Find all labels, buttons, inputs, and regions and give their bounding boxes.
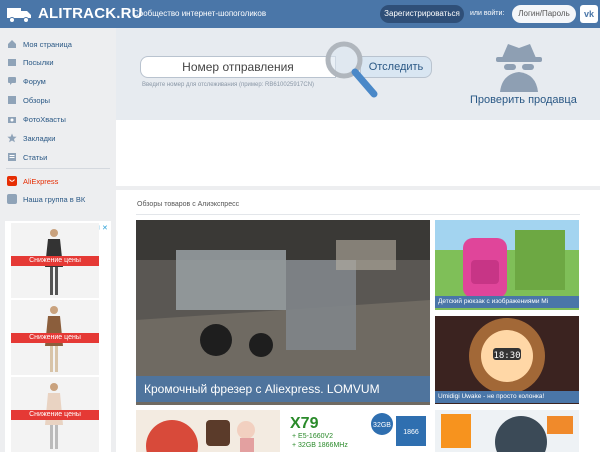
sidebar-item-label: Посылки — [23, 57, 54, 67]
sidebar-item-vk-group[interactable]: Наша группа в ВК — [7, 192, 85, 206]
svg-text:+ E5-1660V2: + E5-1660V2 — [292, 433, 333, 440]
spy-icon[interactable] — [492, 40, 546, 92]
or-login-text: или войти: — [470, 10, 505, 17]
register-button[interactable]: Зарегистрироваться — [380, 5, 464, 23]
star-icon — [7, 133, 17, 143]
truck-logo-icon[interactable] — [6, 4, 32, 24]
sidebar-item-label: Форум — [23, 76, 46, 86]
ad-price-drop-label: Снижение цены — [11, 256, 99, 266]
ad-item[interactable]: Снижение цены — [11, 223, 99, 298]
sidebar-item-label: Статьи — [23, 152, 48, 162]
kitchen-items-photo — [146, 420, 255, 452]
sidebar-item-packages[interactable]: Посылки — [7, 55, 54, 69]
vk-icon — [7, 194, 17, 204]
package-icon — [8, 59, 16, 66]
review-thumb[interactable] — [435, 410, 579, 452]
articles-icon — [8, 153, 16, 161]
sidebar-item-bookmarks[interactable]: Закладки — [7, 131, 55, 145]
sidebar-item-label: Закладки — [23, 133, 56, 143]
camera-icon — [8, 117, 16, 123]
sidebar-item-label: Обзоры — [23, 95, 51, 105]
aliexpress-icon — [7, 176, 17, 186]
site-logo[interactable]: ALITRACK.RU — [38, 5, 143, 22]
sidebar-item-reviews[interactable]: Обзоры — [7, 93, 50, 107]
svg-text:18:30: 18:30 — [493, 351, 520, 361]
ad-price-drop-label: Снижение цены — [11, 333, 99, 343]
forum-icon — [8, 77, 16, 85]
svg-text:+ 32GB 1866MHz: + 32GB 1866MHz — [292, 442, 348, 449]
svg-text:1866: 1866 — [403, 429, 419, 436]
section-divider — [136, 214, 580, 215]
home-icon — [8, 40, 16, 48]
ad-item[interactable]: Снижение цены — [11, 377, 99, 452]
sidebar-item-articles[interactable]: Статьи — [7, 150, 47, 164]
tracking-hint: Введите номер для отслеживания (пример: … — [142, 82, 315, 88]
check-seller-link[interactable]: Проверить продавца — [470, 94, 577, 106]
sidebar-item-label: ФотоХвасты — [23, 114, 66, 124]
tracking-number-input[interactable]: Номер отправления — [140, 56, 336, 78]
sidebar-item-label: Наша группа в ВК — [23, 194, 86, 204]
login-button[interactable]: Логин/Пароль — [512, 5, 576, 23]
gadget-photo — [435, 410, 579, 452]
vk-login-icon[interactable]: vk — [580, 5, 598, 23]
magnifier-icon — [325, 41, 378, 98]
ad-price-drop-label: Снижение цены — [11, 410, 99, 420]
sidebar-item-photos[interactable]: ФотоХвасты — [7, 112, 66, 126]
ad-item[interactable]: Снижение цены — [11, 300, 99, 375]
review-thumb[interactable] — [136, 410, 280, 452]
motherboard-ad-photo: X79 + E5-1660V2 + 32GB 1866MHz 32GB 1866 — [284, 410, 430, 452]
sidebar-item-label: Моя страница — [23, 39, 72, 49]
sidebar-divider — [6, 168, 110, 169]
review-thumb[interactable]: X79 + E5-1660V2 + 32GB 1866MHz 32GB 1866 — [284, 410, 430, 452]
section-title: Обзоры товаров с Алиэкспресс — [137, 201, 240, 208]
site-slogan: Сообщество интернет-шопоголиков — [133, 9, 267, 18]
featured-review-title[interactable]: Кромочный фрезер с Aliexpress. LOMVUM — [136, 376, 430, 402]
sidebar-item-aliexpress[interactable]: AliExpress — [7, 174, 58, 188]
reviews-icon — [8, 96, 16, 104]
ad-banner[interactable]: ⓘ ✕ Снижение цены Снижение цены Снижение… — [5, 221, 111, 452]
sidebar-item-label: AliExpress — [23, 176, 59, 186]
sidebar-item-forum[interactable]: Форум — [7, 74, 46, 88]
sidebar-item-my-page[interactable]: Моя страница — [7, 37, 72, 51]
svg-text:32GB: 32GB — [373, 422, 391, 429]
x79-text: X79 — [290, 415, 319, 432]
review-card-title[interactable]: Детский рюкзак с изображениями Mi — [435, 296, 579, 308]
review-card-title[interactable]: Umidigi Uwake - не просто колонка! — [435, 391, 579, 403]
top-header: ALITRACK.RU Сообщество интернет-шопоголи… — [0, 0, 600, 28]
sidebar: Моя страница Посылки Форум Обзоры ФотоХв… — [0, 28, 116, 452]
content-placeholder — [116, 120, 600, 186]
